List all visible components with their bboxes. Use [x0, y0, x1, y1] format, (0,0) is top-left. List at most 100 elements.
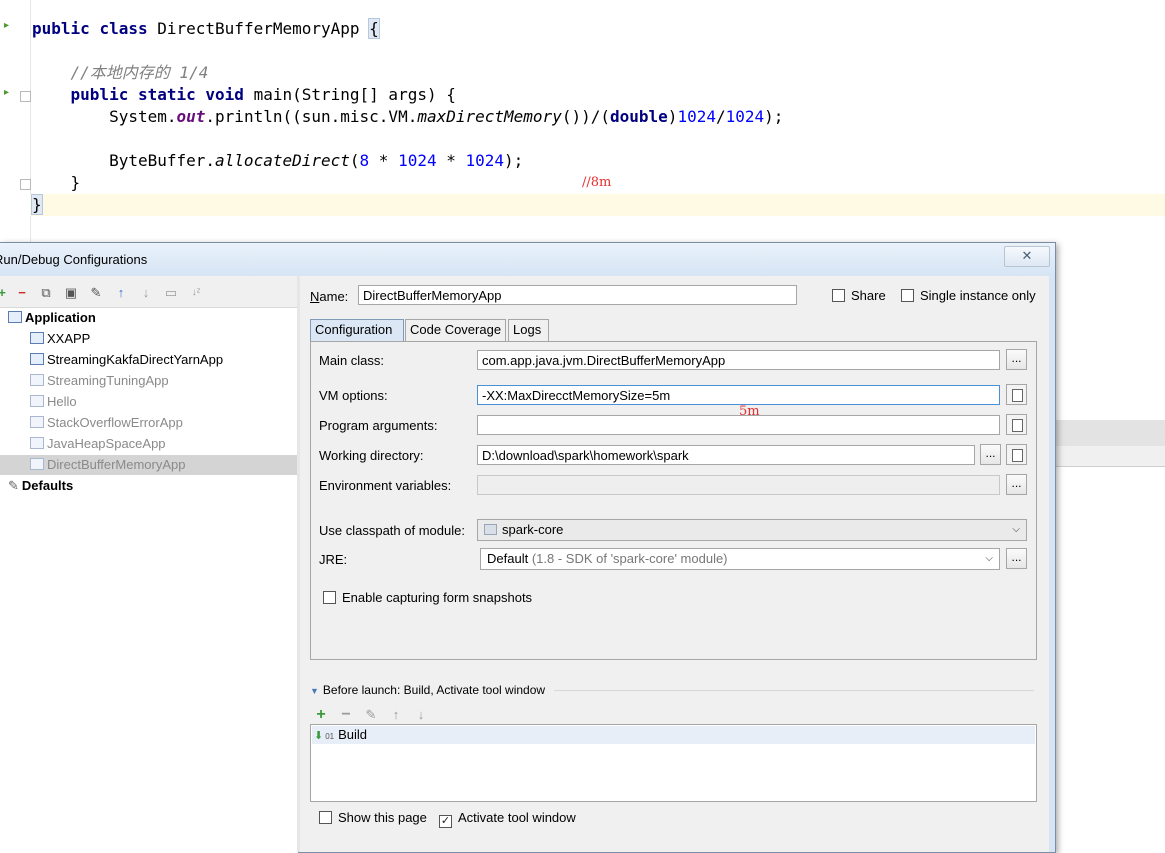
environment-variables-input[interactable]	[477, 475, 1000, 495]
move-down-icon[interactable]: ↓	[413, 707, 429, 723]
chevron-down-icon: ⌵	[1012, 524, 1020, 535]
browse-button[interactable]: ...	[1006, 349, 1027, 370]
main-class-label: Main class:	[319, 353, 385, 368]
name-label: Name:	[310, 289, 349, 304]
collapse-triangle-icon: ▼	[310, 686, 319, 696]
add-icon[interactable]: +	[313, 707, 329, 723]
single-instance-checkbox[interactable]: Single instance only	[901, 288, 1036, 303]
app-config-icon	[30, 374, 44, 386]
list-item[interactable]: ⬇ 01 Build	[312, 726, 1035, 744]
checkbox-icon	[832, 289, 845, 302]
browse-button[interactable]: ...	[980, 444, 1001, 465]
checkbox-icon	[901, 289, 914, 302]
run-debug-configurations-dialog: Run/Debug Configurations ✕ + − ⧉ ▣ ✎ ↑ ↓…	[0, 242, 1056, 853]
code-line: public static void main(String[] args) {	[70, 85, 456, 104]
expand-editor-icon[interactable]	[1006, 414, 1027, 435]
browse-button[interactable]: ...	[1006, 474, 1027, 495]
macro-icon[interactable]	[1006, 444, 1027, 465]
binary-icon: 01	[325, 732, 335, 741]
classpath-module-select[interactable]: spark-core ⌵	[477, 519, 1027, 541]
tree-item[interactable]: StackOverflowErrorApp	[30, 413, 183, 433]
expand-editor-icon[interactable]	[1006, 384, 1027, 405]
app-config-icon	[30, 416, 44, 428]
code-line: System.out.println((sun.misc.VM.maxDirec…	[109, 107, 784, 126]
current-line-highlight	[30, 194, 1165, 216]
tree-node-application[interactable]: Application	[8, 308, 96, 328]
tree-item[interactable]: StreamingKakfaDirectYarnApp	[30, 350, 223, 370]
vm-options-input[interactable]: -XX:MaxDirecctMemorySize=5m	[477, 385, 1000, 405]
folder-icon[interactable]: ▭	[163, 285, 179, 301]
share-checkbox[interactable]: Share	[832, 288, 886, 303]
checkbox-icon	[323, 591, 336, 604]
app-config-icon	[30, 332, 44, 344]
main-class-input[interactable]: com.app.java.jvm.DirectBufferMemoryApp	[477, 350, 1000, 370]
dialog-title: Run/Debug Configurations	[0, 252, 148, 267]
activate-tool-window-checkbox[interactable]: ✓ Activate tool window	[439, 810, 576, 828]
config-tree[interactable]: Application XXAPP StreamingKakfaDirectYa…	[0, 307, 298, 853]
program-arguments-input[interactable]	[477, 415, 1000, 435]
run-gutter-icon[interactable]: ▸	[4, 87, 9, 98]
before-launch-section[interactable]: ▼ Before launch: Build, Activate tool win…	[310, 683, 1034, 697]
wrench-icon[interactable]: ✎	[88, 285, 104, 301]
move-down-icon[interactable]: ↓	[138, 285, 154, 301]
program-arguments-label: Program arguments:	[319, 418, 438, 433]
before-launch-header[interactable]: ▼ Before launch: Build, Activate tool win…	[310, 683, 545, 697]
tab-configuration[interactable]: Configuration	[310, 319, 404, 341]
tree-item-selected[interactable]: DirectBufferMemoryApp	[0, 455, 298, 475]
remove-icon[interactable]: −	[14, 285, 30, 301]
tree-node-defaults[interactable]: ✎ Defaults	[8, 476, 73, 496]
close-button[interactable]: ✕	[1004, 246, 1050, 267]
show-this-page-checkbox[interactable]: Show this page	[319, 810, 427, 825]
tab-code-coverage[interactable]: Code Coverage	[405, 319, 506, 341]
tree-item[interactable]: JavaHeapSpaceApp	[30, 434, 166, 454]
add-icon[interactable]: +	[0, 285, 10, 301]
app-config-icon	[30, 437, 44, 449]
copy-icon[interactable]: ⧉	[38, 285, 54, 301]
chevron-down-icon: ⌵	[985, 553, 993, 564]
wrench-icon: ✎	[8, 478, 19, 493]
config-toolbar: + − ⧉ ▣ ✎ ↑ ↓ ▭ ↓ᶻ	[0, 283, 298, 305]
window-frame	[1049, 276, 1055, 852]
name-input[interactable]: DirectBufferMemoryApp	[358, 285, 797, 305]
jre-label: JRE:	[319, 552, 348, 567]
code-line: }	[70, 173, 81, 192]
enable-snapshots-checkbox[interactable]: Enable capturing form snapshots	[323, 590, 532, 605]
remove-icon[interactable]: −	[338, 707, 354, 723]
code-line: }	[31, 194, 43, 215]
tree-item[interactable]: XXAPP	[30, 329, 90, 349]
module-icon	[484, 524, 497, 535]
code-comment: //本地内存的 1/4	[70, 63, 209, 82]
tree-item[interactable]: StreamingTuningApp	[30, 371, 169, 391]
before-launch-list[interactable]: ⬇ 01 Build	[310, 724, 1037, 802]
move-up-icon[interactable]: ↑	[388, 707, 404, 723]
fold-marker-icon[interactable]	[20, 179, 31, 190]
dialog-titlebar[interactable]: Run/Debug Configurations ✕	[0, 243, 1055, 276]
app-config-icon	[30, 353, 44, 365]
sort-icon[interactable]: ↓ᶻ	[188, 285, 204, 301]
annotation-8m: //8m	[582, 175, 612, 190]
environment-variables-label: Environment variables:	[319, 478, 452, 493]
app-config-icon	[30, 395, 44, 407]
working-directory-input[interactable]: D:\download\spark\homework\spark	[477, 445, 975, 465]
edit-icon[interactable]: ✎	[363, 707, 379, 723]
save-icon[interactable]: ▣	[63, 285, 79, 301]
application-icon	[8, 311, 22, 323]
build-icon: ⬇	[314, 730, 324, 742]
section-divider	[554, 690, 1034, 691]
tree-item[interactable]: Hello	[30, 392, 77, 412]
tab-logs[interactable]: Logs	[508, 319, 549, 341]
checkmark-icon: ✓	[439, 815, 452, 828]
browse-button[interactable]: ...	[1006, 548, 1027, 569]
jre-select[interactable]: Default (1.8 - SDK of 'spark-core' modul…	[480, 548, 1000, 570]
run-gutter-icon[interactable]: ▸	[4, 20, 9, 31]
code-line: ByteBuffer.allocateDirect(8 * 1024 * 102…	[109, 151, 524, 170]
panel-splitter[interactable]	[297, 276, 300, 852]
working-directory-label: Working directory:	[319, 448, 424, 463]
fold-marker-icon[interactable]	[20, 91, 31, 102]
vm-options-label: VM options:	[319, 388, 388, 403]
app-config-icon	[30, 458, 44, 470]
classpath-module-label: Use classpath of module:	[319, 523, 465, 538]
checkbox-icon	[319, 811, 332, 824]
move-up-icon[interactable]: ↑	[113, 285, 129, 301]
code-line: public class DirectBufferMemoryApp {	[32, 18, 380, 39]
